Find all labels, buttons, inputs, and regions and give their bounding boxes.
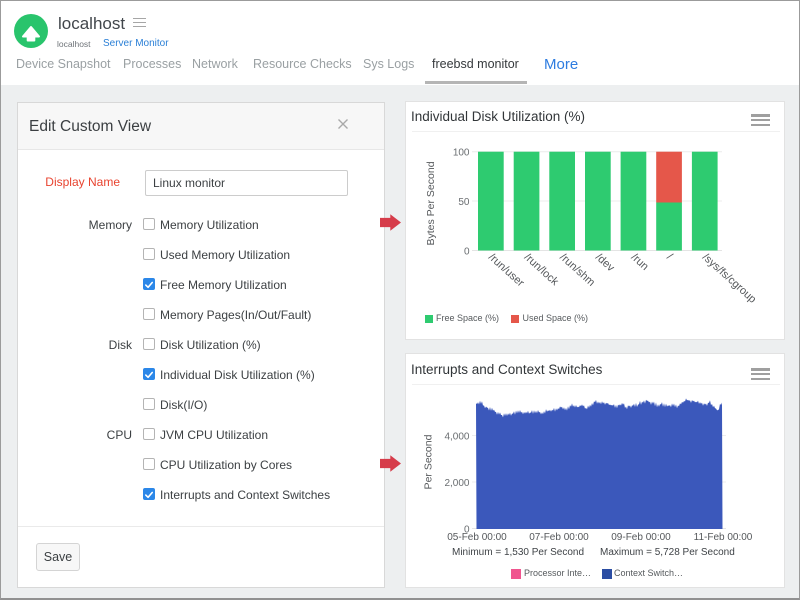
svg-text:/run/shm: /run/shm bbox=[557, 251, 597, 289]
svg-text:/dev: /dev bbox=[593, 251, 617, 274]
svg-text:50: 50 bbox=[458, 197, 470, 208]
svg-text:05-Feb 00:00: 05-Feb 00:00 bbox=[447, 532, 507, 543]
svg-text:100: 100 bbox=[453, 148, 470, 159]
svg-text:09-Feb 00:00: 09-Feb 00:00 bbox=[611, 532, 671, 543]
svg-text:/: / bbox=[664, 251, 675, 263]
svg-text:Per Second: Per Second bbox=[423, 434, 435, 489]
svg-text:/run/user: /run/user bbox=[486, 251, 527, 289]
svg-text:07-Feb 00:00: 07-Feb 00:00 bbox=[529, 532, 589, 543]
svg-text:/run/lock: /run/lock bbox=[522, 251, 561, 288]
svg-text:/sys/fs/cgroup: /sys/fs/cgroup bbox=[700, 251, 758, 305]
svg-text:4,000: 4,000 bbox=[444, 431, 469, 442]
svg-text:11-Feb 00:00: 11-Feb 00:00 bbox=[694, 532, 753, 543]
svg-text:0: 0 bbox=[464, 246, 470, 257]
svg-text:Bytes Per Second: Bytes Per Second bbox=[425, 161, 437, 245]
svg-text:2,000: 2,000 bbox=[444, 478, 469, 489]
svg-text:/run: /run bbox=[629, 251, 651, 273]
